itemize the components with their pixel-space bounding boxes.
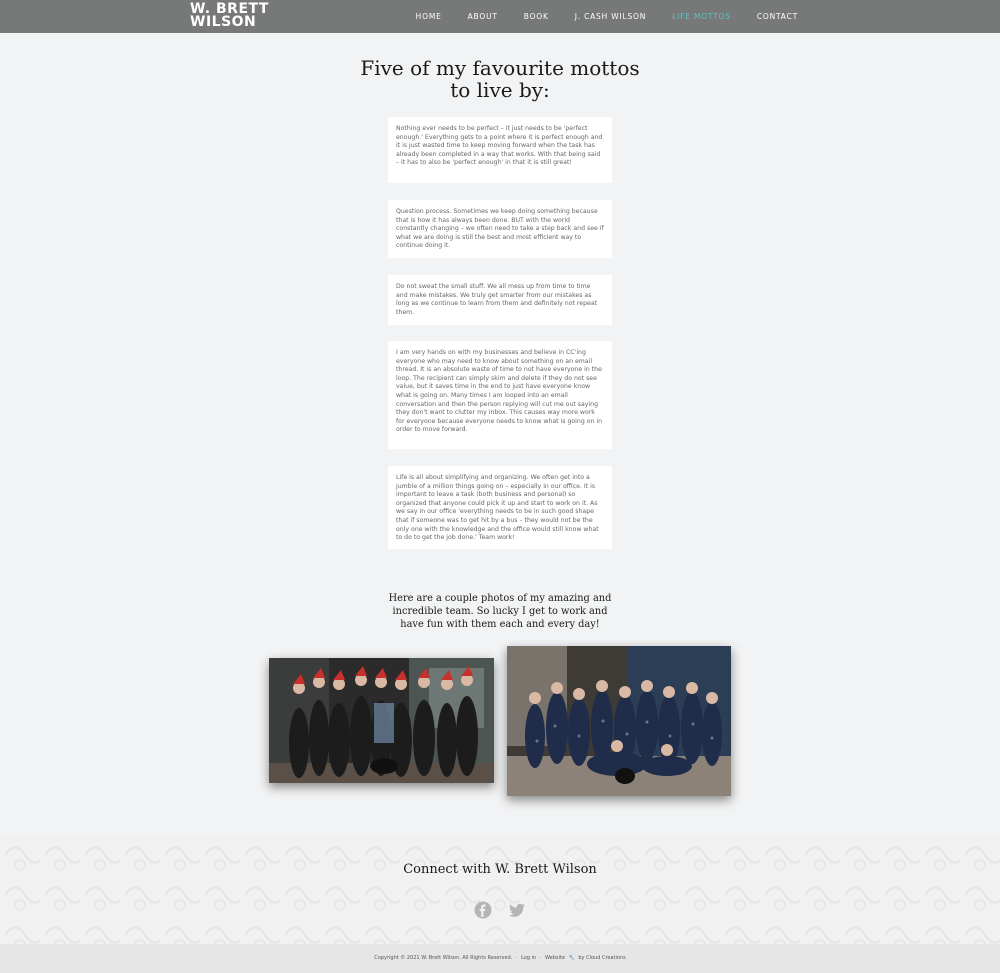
site-header: W. BRETT WILSON HOME ABOUT BOOK J. CASH …: [0, 0, 1000, 33]
nav-contact[interactable]: CONTACT: [757, 12, 798, 21]
nav-about[interactable]: ABOUT: [468, 12, 498, 21]
main-nav: HOME ABOUT BOOK J. CASH WILSON LIFE MOTT…: [390, 0, 798, 33]
motto-card-2: Question process. Sometimes we keep doin…: [388, 200, 612, 258]
footer-copyright: Copyright © 2021 W. Brett Wilson. All Ri…: [374, 955, 513, 961]
footer-credit-link[interactable]: by Cloud Creations: [578, 955, 625, 961]
nav-book[interactable]: BOOK: [524, 12, 549, 21]
footer-login-link[interactable]: Log in: [521, 955, 536, 961]
motto-text: Question process. Sometimes we keep doin…: [396, 208, 604, 250]
facebook-icon[interactable]: [474, 901, 492, 919]
motto-text: I am very hands on with my businesses an…: [396, 349, 603, 434]
motto-text: Life is all about simplifying and organi…: [396, 474, 599, 542]
wrench-icon: 🔧: [568, 955, 575, 961]
footer-separator: ·: [515, 955, 518, 961]
connect-title: Connect with W. Brett Wilson: [403, 862, 597, 877]
logo-line-2: WILSON: [190, 14, 257, 30]
nav-home[interactable]: HOME: [416, 12, 442, 21]
nav-j-cash-wilson[interactable]: J. CASH WILSON: [575, 12, 646, 21]
nav-life-mottos[interactable]: LIFE MOTTOS: [672, 12, 731, 21]
motto-text: Nothing ever needs to be perfect – it ju…: [396, 125, 603, 167]
page-title: Five of my favourite mottos to live by:: [360, 56, 640, 102]
decorative-pattern: [0, 835, 1000, 945]
site-logo[interactable]: W. BRETT WILSON: [190, 2, 270, 30]
team-photo-pajamas[interactable]: [507, 646, 731, 796]
motto-card-5: Life is all about simplifying and organi…: [388, 466, 612, 549]
photos-heading: Here are a couple photos of my amazing a…: [388, 593, 612, 630]
motto-card-4: I am very hands on with my businesses an…: [388, 341, 612, 449]
twitter-icon[interactable]: [508, 901, 526, 919]
connect-section: [0, 835, 1000, 945]
team-photo-santa-hats[interactable]: [269, 658, 494, 783]
site-footer: Copyright © 2021 W. Brett Wilson. All Ri…: [0, 944, 1000, 973]
motto-card-1: Nothing ever needs to be perfect – it ju…: [388, 117, 612, 183]
motto-card-3: Do not sweat the small stuff. We all mes…: [388, 275, 612, 325]
motto-text: Do not sweat the small stuff. We all mes…: [396, 283, 598, 316]
footer-website-label: Website: [545, 955, 565, 961]
footer-separator: ·: [539, 955, 542, 961]
